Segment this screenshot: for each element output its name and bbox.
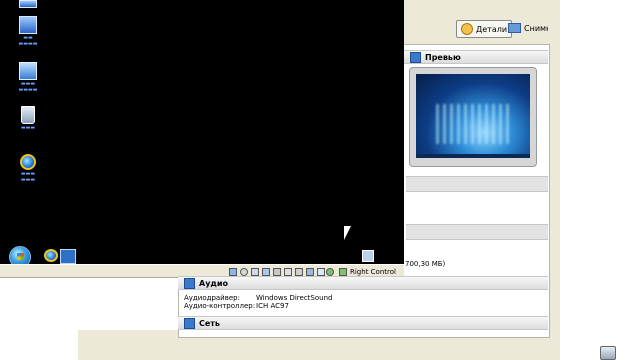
preview-section-header[interactable]: Превью <box>404 50 548 64</box>
audio-driver-key: Аудиодрайвер: <box>184 294 240 302</box>
virtualization-icon[interactable] <box>317 268 325 276</box>
audio-driver-row: Аудиодрайвер: Windows DirectSound <box>184 294 332 302</box>
audio-section-title: Аудио <box>199 278 228 288</box>
desktop-icon-label-blur-4: ▬▬▬ ▬▬▬ <box>20 171 36 183</box>
mouse-pointer-icon <box>344 226 351 240</box>
section-header-collapsed-2[interactable] <box>406 224 548 240</box>
tray-vm-icon[interactable] <box>362 250 374 262</box>
network-adapter-icon[interactable] <box>284 268 292 276</box>
details-tab-label: Детали <box>476 24 508 34</box>
vm-preview-thumbnail <box>409 67 537 167</box>
guest-vm-display[interactable]: ▬▬ ▬▬▬▬ ▬▬▬ ▬▬▬▬ ▬▬▬ ▬▬▬ ▬▬▬ <box>0 0 404 268</box>
audio-controller-value: ICH AC97 <box>256 302 289 310</box>
usb-icon[interactable] <box>262 268 270 276</box>
audio-icon[interactable] <box>306 268 314 276</box>
audio-driver-value: Windows DirectSound <box>256 294 333 302</box>
host-recycle-bin-icon[interactable] <box>600 346 616 360</box>
host-key-icon <box>339 268 347 276</box>
audio-details: Аудиодрайвер: Windows DirectSound Аудио-к… <box>184 294 332 310</box>
vm-list-area <box>78 278 178 330</box>
network-section-title: Сеть <box>199 318 220 328</box>
network-icon <box>19 62 37 80</box>
audio-controller-row: Аудио-контроллер:ICH AC97 <box>184 302 332 310</box>
audio-section-header[interactable]: Аудио <box>178 276 548 290</box>
monitor-icon <box>410 51 421 63</box>
shared-folders-icon[interactable] <box>273 268 281 276</box>
desktop-icon-label-blur-3: ▬▬▬ <box>20 125 36 131</box>
hard-disk-icon[interactable] <box>229 268 237 276</box>
desktop-icon-label-blur: ▬▬ ▬▬▬▬ <box>18 35 38 47</box>
network-card-icon <box>184 317 195 329</box>
wallpaper-light-rays <box>436 104 512 144</box>
desktop-icon-recycle-bin[interactable]: ▬▬▬ <box>8 106 48 131</box>
preview-section-title: Превью <box>425 52 461 62</box>
desktop-icon-network[interactable]: ▬▬▬ ▬▬▬▬ <box>8 62 48 93</box>
desktop-icon-label-blur-2: ▬▬▬ ▬▬▬▬ <box>18 81 38 93</box>
taskbar-ie-icon[interactable] <box>44 249 58 262</box>
section-header-collapsed[interactable] <box>406 176 548 192</box>
desktop-icon-documents[interactable] <box>8 0 48 8</box>
folder-icon <box>19 0 37 8</box>
mouse-integration-icon[interactable] <box>326 268 334 276</box>
host-key-label: Right Control <box>350 268 396 276</box>
audio-controller-key: Аудио-контроллер: <box>184 302 256 310</box>
camera-icon <box>508 23 521 33</box>
taskbar-window-icon[interactable] <box>60 249 76 264</box>
preview-taskbar <box>416 154 530 158</box>
details-icon <box>461 23 473 35</box>
floppy-icon[interactable] <box>251 268 259 276</box>
desktop-icon-computer[interactable]: ▬▬ ▬▬▬▬ <box>8 16 48 47</box>
cd-icon[interactable] <box>240 268 248 276</box>
display-icon[interactable] <box>295 268 303 276</box>
speaker-icon <box>184 277 195 289</box>
desktop-icon-internet-explorer[interactable]: ▬▬▬ ▬▬▬ <box>8 154 48 183</box>
internet-explorer-icon <box>20 154 36 170</box>
network-section-header[interactable]: Сеть <box>178 316 548 330</box>
recycle-bin-icon <box>21 106 35 124</box>
storage-size-fragment: 700,30 МБ) <box>405 260 446 268</box>
vm-preview-screen <box>416 74 530 158</box>
computer-icon <box>19 16 37 34</box>
